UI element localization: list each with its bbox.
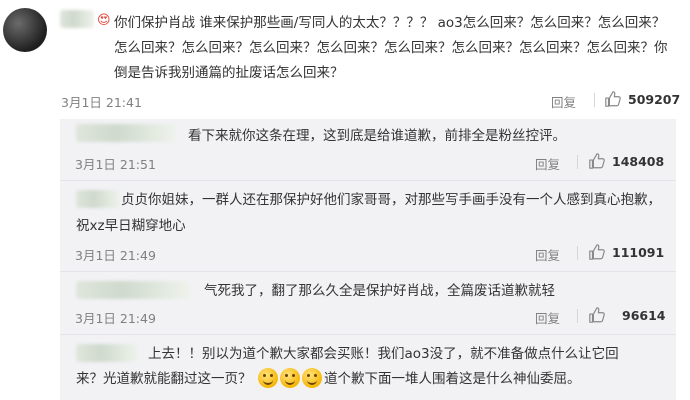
username-blurred[interactable] xyxy=(60,10,94,28)
comment-date: 3月1日 21:41 xyxy=(61,95,142,110)
reply-text-line1: 上去！！别以为道个歉大家都会买账！我们ao3没了，就不准备做点什么让它回 xyxy=(148,346,619,362)
separator xyxy=(594,93,595,107)
thumbs-up-icon[interactable] xyxy=(604,90,622,108)
reply-button[interactable]: 回复 xyxy=(535,154,560,173)
thumbs-up-icon[interactable] xyxy=(588,152,606,170)
divider xyxy=(60,271,676,272)
reply-button[interactable]: 回复 xyxy=(535,245,560,264)
separator xyxy=(577,155,578,169)
thumbs-up-icon[interactable] xyxy=(588,306,606,324)
reply-text: 气死我了，翻了那么久全是保护好肖战，全篇废话道歉就轻 xyxy=(204,283,555,299)
reply-button[interactable]: 回复 xyxy=(551,92,576,111)
smile-emojis xyxy=(258,368,322,388)
reply-button[interactable]: 回复 xyxy=(535,308,560,327)
separator xyxy=(577,309,578,323)
reply-text-line2-end: 道个歉下面一堆人围着这是什么神仙委屈。 xyxy=(324,371,581,387)
reply-date: 3月1日 21:49 xyxy=(75,248,156,263)
like-count: 148408 xyxy=(612,154,665,169)
username-blurred[interactable] xyxy=(76,344,138,362)
like-count: 96614 xyxy=(622,308,666,323)
reply-date: 3月1日 21:49 xyxy=(75,311,156,326)
avatar[interactable] xyxy=(3,8,47,52)
divider xyxy=(60,334,676,335)
smile-emoji-icon xyxy=(258,368,278,388)
reply-text: 看下来就你这条在理，这到底是给谁道歉，前排全是粉丝控评。 xyxy=(188,128,566,144)
divider xyxy=(60,180,676,181)
thumbs-up-icon[interactable] xyxy=(588,243,606,261)
smile-emoji-icon xyxy=(302,368,322,388)
reply-text: 贞贞你姐妹，一群人还在那保护好他们家哥哥，对那些写手画手没有一个人感到真心抱歉，… xyxy=(76,192,661,234)
reply-text-line2: 来？光道歉就能翻过这一页？ xyxy=(76,371,252,387)
username-blurred[interactable] xyxy=(76,124,176,142)
username-blurred[interactable] xyxy=(76,281,190,299)
heart-eyes-emoji: 😍 xyxy=(97,13,111,28)
like-count: 111091 xyxy=(612,245,665,260)
reply-date: 3月1日 21:51 xyxy=(75,157,156,172)
like-count: 509207 xyxy=(628,92,681,107)
separator xyxy=(577,246,578,260)
smile-emoji-icon xyxy=(280,368,300,388)
main-comment-text: 你们保护肖战 谁来保护那些画/写同人的太太？？？？ ao3怎么回来？怎么回来？怎… xyxy=(114,15,668,81)
